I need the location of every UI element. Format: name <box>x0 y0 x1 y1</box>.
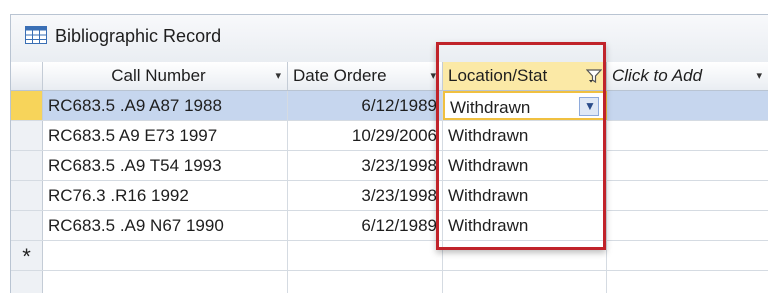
record-selector[interactable] <box>11 121 43 150</box>
empty-grid-area <box>11 271 768 293</box>
empty-cell <box>443 271 607 293</box>
call-number-cell[interactable]: RC76.3 .R16 1992 <box>43 181 288 210</box>
empty-cell <box>43 271 288 293</box>
empty-cell <box>288 271 443 293</box>
column-header-location-status[interactable]: Location/Stat <box>443 62 607 90</box>
call-number-cell[interactable]: RC683.5 A9 E73 1997 <box>43 121 288 150</box>
empty-cell[interactable] <box>607 121 768 150</box>
filter-icon[interactable] <box>586 68 602 84</box>
record-selector[interactable] <box>11 211 43 240</box>
add-field-dropdown-icon[interactable]: ▾ <box>756 62 762 90</box>
new-date-ordered-cell[interactable] <box>288 241 443 270</box>
table-row[interactable]: RC683.5 A9 E73 1997 10/29/2006 Withdrawn <box>11 121 768 151</box>
table-row[interactable]: RC683.5 .A9 A87 1988 6/12/1989 Withdrawn… <box>11 91 768 121</box>
column-header-label: Date Ordere <box>293 66 387 85</box>
location-status-cell[interactable]: Withdrawn <box>443 121 607 150</box>
column-header-click-to-add[interactable]: Click to Add ▾ <box>607 62 768 90</box>
location-status-value: Withdrawn <box>450 98 531 117</box>
empty-cell[interactable] <box>607 151 768 180</box>
table-icon <box>25 26 47 44</box>
combo-dropdown-button[interactable]: ▼ <box>579 97 599 116</box>
header-row: Call Number ▾ Date Ordere ▾ Location/Sta… <box>11 62 768 91</box>
select-all-corner[interactable] <box>11 62 43 90</box>
location-status-cell[interactable]: Withdrawn <box>443 181 607 210</box>
table-title: Bibliographic Record <box>55 26 222 46</box>
call-number-cell[interactable]: RC683.5 .A9 A87 1988 <box>43 91 288 120</box>
record-selector[interactable] <box>11 181 43 210</box>
empty-cell[interactable] <box>607 241 768 270</box>
date-ordered-cell[interactable]: 3/23/1998 <box>288 181 443 210</box>
location-status-cell[interactable]: Withdrawn <box>443 211 607 240</box>
empty-cell <box>607 271 768 293</box>
date-ordered-cell[interactable]: 10/29/2006 <box>288 121 443 150</box>
call-number-cell[interactable]: RC683.5 .A9 N67 1990 <box>43 211 288 240</box>
datasheet-grid: Call Number ▾ Date Ordere ▾ Location/Sta… <box>10 62 768 293</box>
sort-dropdown-icon[interactable]: ▾ <box>430 62 436 90</box>
date-ordered-cell[interactable]: 3/23/1998 <box>288 151 443 180</box>
column-header-date-ordered[interactable]: Date Ordere ▾ <box>288 62 443 90</box>
new-record-row[interactable]: * <box>11 241 768 271</box>
record-selector[interactable] <box>11 151 43 180</box>
record-selector[interactable] <box>11 91 43 120</box>
sort-dropdown-icon[interactable]: ▾ <box>275 62 281 90</box>
empty-cell[interactable] <box>607 211 768 240</box>
record-selector-gutter <box>11 271 43 293</box>
chevron-down-icon: ▼ <box>584 99 596 113</box>
column-header-label: Call Number <box>111 66 206 85</box>
new-call-number-cell[interactable] <box>43 241 288 270</box>
date-ordered-cell[interactable]: 6/12/1989 <box>288 91 443 120</box>
new-location-status-cell[interactable] <box>443 241 607 270</box>
empty-cell[interactable] <box>607 181 768 210</box>
table-row[interactable]: RC683.5 .A9 N67 1990 6/12/1989 Withdrawn <box>11 211 768 241</box>
table-row[interactable]: RC683.5 .A9 T54 1993 3/23/1998 Withdrawn <box>11 151 768 181</box>
table-row[interactable]: RC76.3 .R16 1992 3/23/1998 Withdrawn <box>11 181 768 211</box>
call-number-cell[interactable]: RC683.5 .A9 T54 1993 <box>43 151 288 180</box>
column-header-label: Click to Add <box>612 66 703 85</box>
column-header-label: Location/Stat <box>448 66 548 85</box>
column-header-call-number[interactable]: Call Number ▾ <box>43 62 288 90</box>
date-ordered-cell[interactable]: 6/12/1989 <box>288 211 443 240</box>
datasheet-window: Bibliographic Record Call Number ▾ Date … <box>0 0 768 294</box>
location-status-cell[interactable]: Withdrawn <box>443 151 607 180</box>
new-record-marker: * <box>11 241 43 270</box>
location-status-combo[interactable]: Withdrawn ▼ <box>443 91 607 120</box>
object-tab[interactable]: Bibliographic Record <box>10 14 768 63</box>
empty-cell[interactable] <box>607 91 768 120</box>
